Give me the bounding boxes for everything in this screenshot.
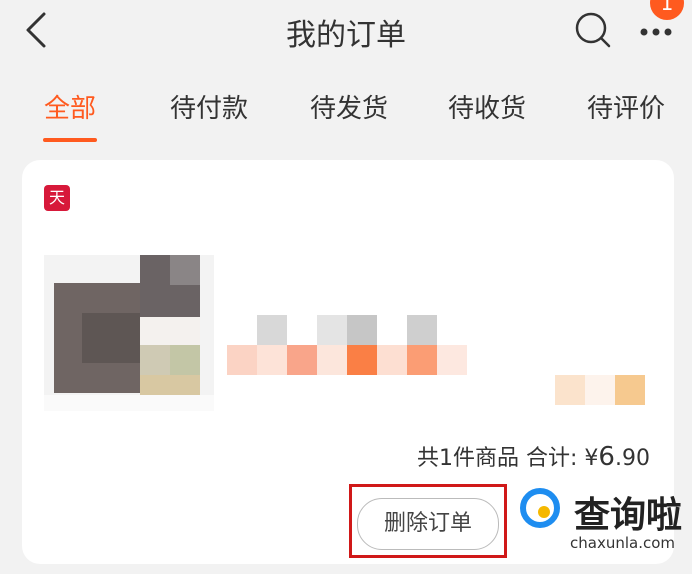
amount-decimal: .90 [614, 446, 650, 471]
watermark: 查询啦 chaxunla.com [520, 482, 692, 562]
order-tabs: 全部 待付款 待发货 待收货 待评价 [0, 84, 692, 148]
search-icon[interactable] [573, 10, 613, 50]
watermark-logo-icon [520, 488, 560, 528]
more-icon[interactable] [638, 20, 678, 44]
total-label: 共1件商品 合计: [417, 446, 578, 471]
amount-integer: 6 [598, 442, 615, 472]
active-tab-indicator [43, 138, 97, 142]
tab-pending-shipment[interactable]: 待发货 [310, 88, 388, 125]
tmall-logo: 天猫 [44, 185, 70, 211]
product-title-pixelated [227, 315, 467, 375]
sku-pixelated [555, 375, 645, 405]
order-total: 共1件商品 合计: ¥6.90 [417, 440, 650, 472]
tab-pending-payment[interactable]: 待付款 [170, 88, 248, 125]
product-thumbnail[interactable] [44, 255, 214, 411]
watermark-domain: chaxunla.com [570, 534, 675, 552]
tab-all[interactable]: 全部 [44, 88, 96, 125]
tab-pending-review[interactable]: 待评价 [587, 88, 665, 125]
tab-pending-receipt[interactable]: 待收货 [448, 88, 526, 125]
watermark-name: 查询啦 [574, 495, 683, 536]
highlight-box [349, 484, 507, 558]
currency-symbol: ¥ [584, 446, 599, 471]
header: 我的订单 1 [0, 0, 692, 64]
